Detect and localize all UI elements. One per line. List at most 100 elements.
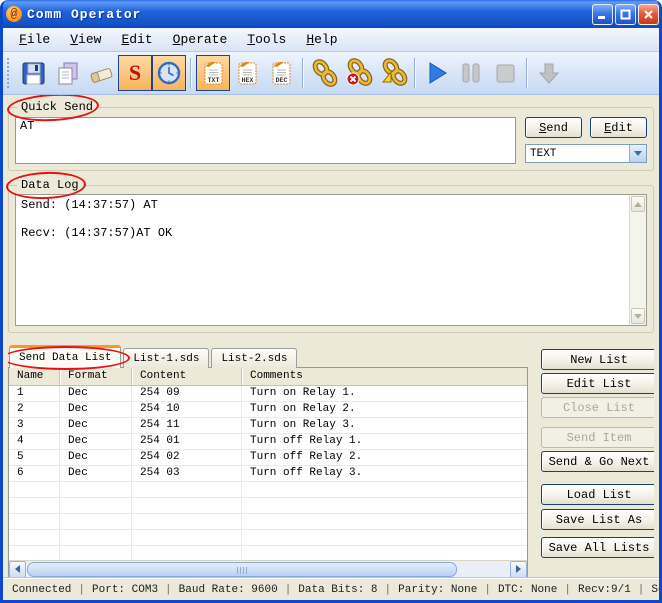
list-button-5[interactable]: Load List [541, 484, 654, 505]
toolbar-separator [414, 58, 416, 88]
send-data-table: Name Format Content Comments 1Dec254 09T… [8, 367, 528, 578]
minimize-button[interactable] [592, 4, 613, 25]
stop-icon [491, 59, 519, 87]
toolbar-format-hex[interactable]: HEX [230, 55, 264, 91]
column-header-content[interactable]: Content [132, 368, 242, 385]
toolbar-disconnect[interactable] [342, 55, 376, 91]
toolbar-copy[interactable] [50, 55, 84, 91]
reconnect-chain-icon [378, 58, 408, 88]
maximize-button[interactable] [615, 4, 636, 25]
app-window: @ Comm Operator File View Edit Operate T… [0, 0, 662, 603]
status-port: Port: COM3 [85, 584, 165, 596]
eraser-icon [87, 60, 115, 87]
toolbar-save[interactable] [16, 55, 50, 91]
menu-edit[interactable]: Edit [111, 30, 162, 49]
table-row[interactable]: 2Dec254 10Turn on Relay 2. [9, 402, 527, 418]
minimize-icon [596, 8, 609, 21]
scroll-right-icon[interactable] [510, 561, 527, 578]
quick-send-input[interactable]: AT [15, 117, 516, 164]
table-header: Name Format Content Comments [9, 368, 527, 386]
client-area: Quick Send AT Send Edit TEXT Data Log [3, 95, 659, 578]
table-row-empty [9, 530, 527, 546]
table-row-empty [9, 498, 527, 514]
status-parity: Parity: None [391, 584, 484, 596]
toolbar-eraser[interactable] [84, 55, 118, 91]
toolbar-separator [190, 58, 192, 88]
pause-icon [457, 59, 485, 87]
data-log-label: Data Log [17, 178, 83, 192]
list-button-2[interactable]: Close List [541, 397, 654, 418]
toolbar-pause[interactable] [454, 55, 488, 91]
scroll-up-icon[interactable] [631, 196, 645, 212]
save-icon [20, 60, 47, 87]
toolbar-download[interactable] [532, 55, 566, 91]
status-recv-count: Recv:9/1 [571, 584, 638, 596]
list-button-1[interactable]: Edit List [541, 373, 654, 394]
table-row[interactable]: 5Dec254 02Turn off Relay 2. [9, 450, 527, 466]
list-tabs: Send Data List List-1.sds List-2.sds [8, 345, 528, 368]
list-buttons-panel: New List Edit List Close List Send Item … [528, 345, 654, 578]
scrollbar-thumb[interactable] [27, 562, 457, 577]
format-select[interactable]: TEXT [525, 144, 647, 163]
tab-list-2[interactable]: List-2.sds [211, 348, 297, 368]
list-button-4[interactable]: Send & Go Next [541, 451, 654, 472]
menu-tools[interactable]: Tools [237, 30, 296, 49]
send-data-section: Send Data List List-1.sds List-2.sds Nam… [8, 345, 654, 578]
toolbar-separator [302, 58, 304, 88]
toolbar-timer-toggle[interactable] [152, 55, 186, 91]
status-send-count: Send: 3/1 [644, 584, 662, 596]
data-log-scrollbar[interactable] [629, 195, 646, 325]
format-select-arrow[interactable] [629, 145, 646, 162]
quick-send-label: Quick Send [17, 100, 97, 114]
dec-format-icon: DEC [269, 59, 294, 87]
status-data-bits: Data Bits: 8 [291, 584, 384, 596]
toolbar-connect[interactable] [308, 55, 342, 91]
table-row[interactable]: 1Dec254 09Turn on Relay 1. [9, 386, 527, 402]
list-button-3[interactable]: Send Item [541, 427, 654, 448]
list-button-6[interactable]: Save List As [541, 509, 654, 530]
quick-send-icon: S [129, 60, 141, 86]
menu-file[interactable]: File [9, 30, 60, 49]
menu-help[interactable]: Help [296, 30, 347, 49]
format-select-value: TEXT [526, 148, 629, 160]
column-header-name[interactable]: Name [9, 368, 60, 385]
column-header-format[interactable]: Format [60, 368, 132, 385]
edit-button[interactable]: Edit [590, 117, 647, 138]
scroll-left-icon[interactable] [9, 561, 26, 578]
toolbar-quick-send-toggle[interactable]: S [118, 55, 152, 91]
menu-operate[interactable]: Operate [163, 30, 238, 49]
send-button[interactable]: Send [525, 117, 582, 138]
list-button-0[interactable]: New List [541, 349, 654, 370]
table-row[interactable]: 3Dec254 11Turn on Relay 3. [9, 418, 527, 434]
quick-send-group: Quick Send AT Send Edit TEXT [8, 107, 654, 171]
toolbar: S TXT HEX [3, 52, 659, 95]
toolbar-grip[interactable] [7, 58, 11, 88]
down-arrow-icon [535, 59, 563, 87]
table-row-empty [9, 514, 527, 530]
menu-view[interactable]: View [60, 30, 111, 49]
tab-send-data-list[interactable]: Send Data List [9, 345, 121, 368]
column-header-comments[interactable]: Comments [242, 368, 527, 385]
disconnect-chain-icon [344, 58, 374, 88]
close-button[interactable] [638, 4, 659, 25]
table-row-empty [9, 482, 527, 498]
list-button-7[interactable]: Save All Lists [541, 537, 654, 558]
toolbar-stop[interactable] [488, 55, 522, 91]
toolbar-play[interactable] [420, 55, 454, 91]
svg-text:DEC: DEC [275, 77, 287, 84]
connect-chain-icon [310, 58, 340, 88]
clock-icon [155, 59, 183, 87]
toolbar-format-dec[interactable]: DEC [264, 55, 298, 91]
table-row[interactable]: 4Dec254 01Turn off Relay 1. [9, 434, 527, 450]
toolbar-format-txt[interactable]: TXT [196, 55, 230, 91]
table-horizontal-scrollbar[interactable] [9, 560, 527, 577]
status-bar: Connected| Port: COM3| Baud Rate: 9600| … [3, 578, 659, 600]
menu-bar: File View Edit Operate Tools Help [3, 28, 659, 52]
tab-list-1[interactable]: List-1.sds [123, 348, 209, 368]
scroll-down-icon[interactable] [631, 308, 645, 324]
hex-format-icon: HEX [235, 59, 260, 87]
table-row[interactable]: 6Dec254 03Turn off Relay 3. [9, 466, 527, 482]
window-title: Comm Operator [27, 7, 141, 22]
titlebar: @ Comm Operator [0, 0, 662, 28]
toolbar-reconnect[interactable] [376, 55, 410, 91]
